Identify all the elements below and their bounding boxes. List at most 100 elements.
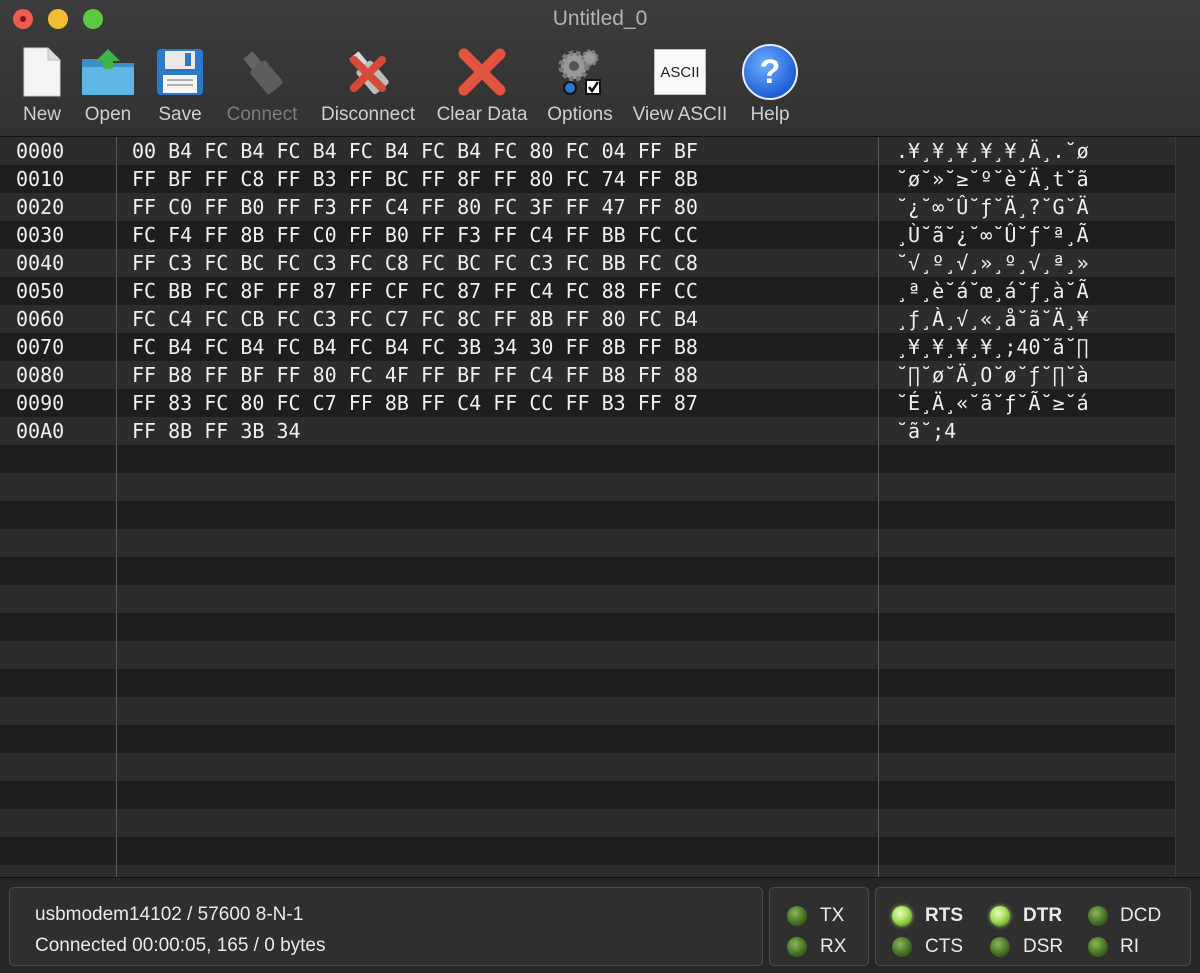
- hex-row: 00A0 FF 8B FF 3B 34 ˘ã˘;4: [0, 417, 1175, 445]
- empty-row: [0, 865, 1175, 877]
- row-hex-bytes: FF C0 FF B0 FF F3 FF C4 FF 80 FC 3F FF 4…: [132, 195, 698, 219]
- row-address: 0070: [16, 335, 65, 359]
- row-hex-bytes: FF BF FF C8 FF B3 FF BC FF 8F FF 80 FC 7…: [132, 167, 698, 191]
- dsr-led: [990, 937, 1010, 957]
- row-hex-bytes: FC BB FC 8F FF 87 FF CF FC 87 FF C4 FC 8…: [132, 279, 698, 303]
- ri-label: RI: [1120, 936, 1139, 957]
- line-status-panel: RTS DTR DCD CTS DSR RI: [875, 887, 1191, 966]
- cts-led: [892, 937, 912, 957]
- row-ascii: ¸Ù˘ã˘¿˘∞˘Û˘ƒ˘ª¸Ã: [896, 223, 1089, 247]
- help-icon-text: ?: [742, 44, 798, 100]
- row-hex-bytes: FC B4 FC B4 FC B4 FC B4 FC 3B 34 30 FF 8…: [132, 335, 698, 359]
- scrollbar-track[interactable]: [1175, 137, 1200, 877]
- row-ascii: ¸¥¸¥¸¥¸¥¸;40˘ã˘∏: [896, 335, 1089, 359]
- usb-plug-icon: [232, 44, 292, 100]
- row-address: 0030: [16, 223, 65, 247]
- row-ascii: ˘ã˘;4: [896, 419, 957, 443]
- usb-disconnect-icon: [338, 44, 398, 100]
- row-ascii: ˘√¸º¸√¸»¸º¸√¸ª¸»: [896, 251, 1089, 275]
- empty-row: [0, 613, 1175, 641]
- hex-view[interactable]: 0000 00 B4 FC B4 FC B4 FC B4 FC B4 FC 80 …: [0, 137, 1200, 877]
- open-label: Open: [84, 104, 132, 125]
- clear-data-label: Clear Data: [436, 104, 528, 125]
- hex-row: 0040 FF C3 FC BC FC C3 FC C8 FC BC FC C3 …: [0, 249, 1175, 277]
- hex-row: 0070 FC B4 FC B4 FC B4 FC B4 FC 3B 34 30 …: [0, 333, 1175, 361]
- empty-row: [0, 753, 1175, 781]
- row-hex-bytes: FF 8B FF 3B 34: [132, 419, 301, 443]
- ascii-column-divider: [878, 137, 879, 877]
- empty-row: [0, 781, 1175, 809]
- rx-led: [787, 937, 807, 957]
- row-address: 00A0: [16, 419, 65, 443]
- rts-led[interactable]: [892, 906, 912, 926]
- connection-status-panel: usbmodem14102 / 57600 8-N-1 Connected 00…: [9, 887, 763, 966]
- disconnect-button[interactable]: Disconnect: [316, 44, 420, 128]
- new-label: New: [22, 104, 61, 125]
- row-ascii: ¸ª¸è˘á˘œ¸á˘ƒ¸à˘Ã: [896, 279, 1089, 303]
- help-icon: ?: [740, 44, 800, 100]
- empty-row: [0, 669, 1175, 697]
- ascii-icon: ASCII: [650, 44, 710, 100]
- hex-row: 0060 FC C4 FC CB FC C3 FC C7 FC 8C FF 8B …: [0, 305, 1175, 333]
- clear-data-button[interactable]: Clear Data: [433, 44, 531, 128]
- ascii-icon-text: ASCII: [654, 49, 706, 95]
- rts-label: RTS: [925, 905, 963, 926]
- help-button[interactable]: ? Help: [740, 44, 800, 128]
- dtr-led[interactable]: [990, 906, 1010, 926]
- cts-label: CTS: [925, 936, 963, 957]
- row-ascii: ˘∏˘ø˘Ä¸O˘ø˘ƒ˘∏˘à: [896, 363, 1089, 387]
- open-button[interactable]: Open: [78, 44, 138, 128]
- hex-row: 0030 FC F4 FF 8B FF C0 FF B0 FF F3 FF C4 …: [0, 221, 1175, 249]
- title-bar: Untitled_0 New Open Save Connect Disconn…: [0, 0, 1200, 137]
- row-ascii: .¥¸¥¸¥¸¥¸¥¸Ä¸.˘ø: [896, 139, 1089, 163]
- view-ascii-button[interactable]: ASCII View ASCII: [630, 44, 730, 128]
- connection-info: Connected 00:00:05, 165 / 0 bytes: [35, 935, 326, 956]
- row-address: 0090: [16, 391, 65, 415]
- window-title: Untitled_0: [552, 7, 648, 30]
- ri-led: [1088, 937, 1108, 957]
- save-label: Save: [158, 104, 202, 125]
- empty-row: [0, 445, 1175, 473]
- app-window: Untitled_0 New Open Save Connect Disconn…: [0, 0, 1200, 973]
- row-hex-bytes: FC C4 FC CB FC C3 FC C7 FC 8C FF 8B FF 8…: [132, 307, 698, 331]
- hex-row: 0080 FF B8 FF BF FF 80 FC 4F FF BF FF C4 …: [0, 361, 1175, 389]
- row-hex-bytes: FF C3 FC BC FC C3 FC C8 FC BC FC C3 FC B…: [132, 251, 698, 275]
- row-address: 0080: [16, 363, 65, 387]
- empty-row: [0, 641, 1175, 669]
- hex-row: 0000 00 B4 FC B4 FC B4 FC B4 FC B4 FC 80 …: [0, 137, 1175, 165]
- row-address: 0060: [16, 307, 65, 331]
- new-button[interactable]: New: [12, 44, 72, 128]
- empty-row: [0, 725, 1175, 753]
- dcd-led: [1088, 906, 1108, 926]
- options-button[interactable]: Options: [544, 44, 616, 128]
- tx-led: [787, 906, 807, 926]
- gear-icon: [550, 44, 610, 100]
- empty-row: [0, 557, 1175, 585]
- row-hex-bytes: 00 B4 FC B4 FC B4 FC B4 FC B4 FC 80 FC 0…: [132, 139, 698, 163]
- row-address: 0020: [16, 195, 65, 219]
- empty-row: [0, 501, 1175, 529]
- empty-row: [0, 809, 1175, 837]
- empty-row: [0, 585, 1175, 613]
- dtr-label: DTR: [1023, 905, 1063, 926]
- save-button[interactable]: Save: [150, 44, 210, 128]
- open-folder-icon: [78, 44, 138, 100]
- rx-label: RX: [820, 936, 847, 957]
- row-hex-bytes: FF B8 FF BF FF 80 FC 4F FF BF FF C4 FF B…: [132, 363, 698, 387]
- connect-button[interactable]: Connect: [222, 44, 302, 128]
- hex-row: 0090 FF 83 FC 80 FC C7 FF 8B FF C4 FF CC …: [0, 389, 1175, 417]
- options-label: Options: [547, 104, 613, 125]
- connect-label: Connect: [226, 104, 298, 125]
- port-info: usbmodem14102 / 57600 8-N-1: [35, 904, 304, 925]
- clear-x-icon: [452, 44, 512, 100]
- row-address: 0000: [16, 139, 65, 163]
- row-hex-bytes: FC F4 FF 8B FF C0 FF B0 FF F3 FF C4 FF B…: [132, 223, 698, 247]
- row-ascii: ˘É¸Ä¸«˘ã˘ƒ˘Ã˘≥˘á: [896, 391, 1089, 415]
- hex-row: 0010 FF BF FF C8 FF B3 FF BC FF 8F FF 80 …: [0, 165, 1175, 193]
- status-bar: usbmodem14102 / 57600 8-N-1 Connected 00…: [0, 877, 1200, 973]
- empty-row: [0, 837, 1175, 865]
- empty-row: [0, 473, 1175, 501]
- row-address: 0040: [16, 251, 65, 275]
- dsr-label: DSR: [1023, 936, 1064, 957]
- row-ascii: ˘ø˘»˘≥˘º˘è˘Ä¸t˘ã: [896, 167, 1089, 191]
